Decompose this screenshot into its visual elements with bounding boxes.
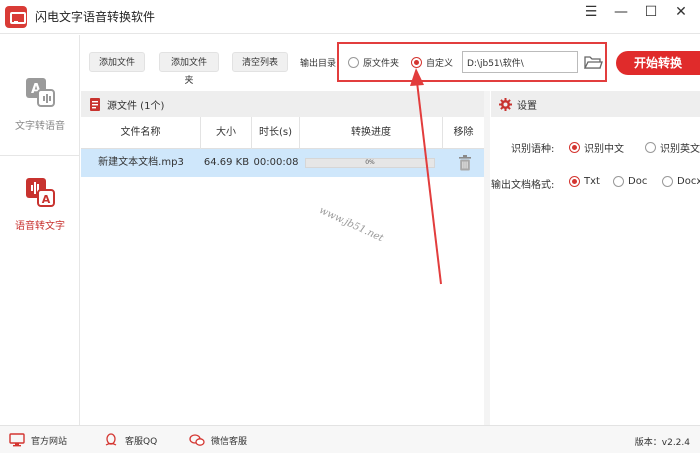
monitor-icon — [9, 433, 25, 447]
radio-language-chinese[interactable]: 识别中文 — [569, 140, 624, 155]
sidebar-item-label: 语音转文字 — [15, 221, 65, 232]
version-label: 版本：v2.2.4 — [634, 438, 690, 448]
radio-off-icon — [645, 142, 656, 153]
app-logo-icon — [5, 5, 27, 28]
radio-format-doc[interactable]: Doc — [613, 176, 647, 187]
sidebar-divider — [0, 155, 80, 156]
maximize-icon[interactable]: ☐ — [642, 2, 660, 22]
file-size-cell: 64.69 KB — [203, 157, 250, 168]
menu-icon[interactable]: ☰ — [582, 2, 600, 22]
column-header: 文件名称 — [81, 117, 201, 149]
trash-icon[interactable] — [459, 155, 471, 171]
column-header: 转换进度 — [300, 117, 443, 149]
file-duration-cell: 00:00:08 — [253, 157, 299, 168]
output-path-input[interactable] — [462, 51, 578, 73]
language-setting-row: 识别语种: 识别中文 识别英文 — [491, 136, 700, 156]
source-panel-header: 源文件 (1个) — [81, 91, 484, 117]
start-convert-button[interactable]: 开始转换 — [616, 51, 700, 75]
sidebar-item-text-to-speech[interactable]: A 文字转语音 — [0, 75, 80, 155]
radio-label: Doc — [628, 176, 648, 187]
footer-link-label: 客服QQ — [125, 436, 158, 447]
wechat-icon — [189, 434, 205, 446]
source-panel-title: 源文件 (1个) — [107, 100, 165, 112]
format-setting-row: 输出文档格式: Txt Doc Docx — [491, 172, 700, 192]
sidebar: A 文字转语音 A 语音转文字 — [0, 35, 80, 425]
radio-label: Docx — [677, 176, 700, 187]
customer-qq-link[interactable]: 客服QQ — [103, 433, 157, 447]
column-header: 移除 — [453, 127, 474, 138]
language-label: 识别语种: — [511, 144, 555, 155]
column-header: 时长(s) — [252, 117, 300, 149]
clear-list-button[interactable]: 清空列表 — [232, 52, 288, 72]
radio-label: 识别中文 — [584, 144, 624, 155]
title-bar: 闪电文字语音转换软件 ☰ — ☐ ✕ — [0, 0, 700, 34]
add-folder-button[interactable]: 添加文件夹 — [159, 52, 219, 85]
add-file-button[interactable]: 添加文件 — [89, 52, 145, 72]
radio-label: Txt — [584, 176, 600, 187]
qq-penguin-icon — [105, 433, 117, 446]
sidebar-item-label: 文字转语音 — [15, 121, 65, 132]
minimize-icon[interactable]: — — [612, 2, 630, 22]
footer-link-label: 微信客服 — [211, 436, 248, 447]
radio-on-icon — [569, 176, 580, 187]
radio-label: 自定义 — [426, 59, 454, 69]
progress-text: 0% — [365, 159, 375, 166]
close-icon[interactable]: ✕ — [672, 2, 690, 22]
progress-bar: 0% — [305, 158, 435, 168]
settings-panel-header: 设置 — [491, 91, 700, 117]
radio-off-icon — [662, 176, 673, 187]
table-row[interactable]: 新建文本文档.mp3 64.69 KB 00:00:08 0% — [81, 149, 484, 177]
svg-text:A: A — [42, 193, 51, 206]
radio-format-txt[interactable]: Txt — [569, 176, 600, 187]
file-name-cell: 新建文本文档.mp3 — [98, 157, 184, 168]
footer-link-label: 官方网站 — [31, 436, 68, 447]
radio-format-docx[interactable]: Docx — [662, 176, 700, 187]
radio-label: 原文件夹 — [363, 59, 400, 69]
radio-language-english[interactable]: 识别英文 — [645, 140, 700, 155]
toolbar: 添加文件 添加文件夹 清空列表 输出目录 原文件夹 自定义 开始转换 — [81, 35, 700, 90]
panel-splitter[interactable] — [484, 91, 490, 425]
format-label: 输出文档格式: — [491, 180, 555, 191]
column-header: 大小 — [201, 117, 252, 149]
settings-panel-title: 设置 — [517, 100, 537, 112]
radio-on-icon — [411, 57, 422, 68]
official-website-link[interactable]: 官方网站 — [9, 433, 67, 447]
radio-original-folder[interactable]: 原文件夹 — [348, 56, 399, 69]
document-icon — [90, 97, 100, 111]
app-title: 闪电文字语音转换软件 — [35, 10, 156, 24]
file-table-header: 文件名称 大小 时长(s) 转换进度 移除 — [81, 117, 484, 149]
sidebar-item-speech-to-text[interactable]: A 语音转文字 — [0, 175, 80, 255]
watermark-text: www.jb51.net — [317, 205, 385, 245]
radio-custom-folder[interactable]: 自定义 — [411, 56, 453, 69]
output-dir-label: 输出目录 — [300, 59, 337, 69]
text-to-speech-icon: A — [26, 78, 55, 107]
folder-open-icon[interactable] — [583, 52, 603, 72]
radio-on-icon — [569, 142, 580, 153]
radio-off-icon — [348, 57, 359, 68]
radio-label: 识别英文 — [660, 144, 700, 155]
gear-icon — [499, 97, 512, 111]
window-controls: ☰ — ☐ ✕ — [582, 2, 690, 22]
speech-to-text-icon: A — [26, 178, 55, 207]
wechat-service-link[interactable]: 微信客服 — [189, 433, 247, 447]
radio-off-icon — [613, 176, 624, 187]
footer: 官方网站 客服QQ 微信客服 版本：v2.2.4 — [0, 425, 700, 453]
